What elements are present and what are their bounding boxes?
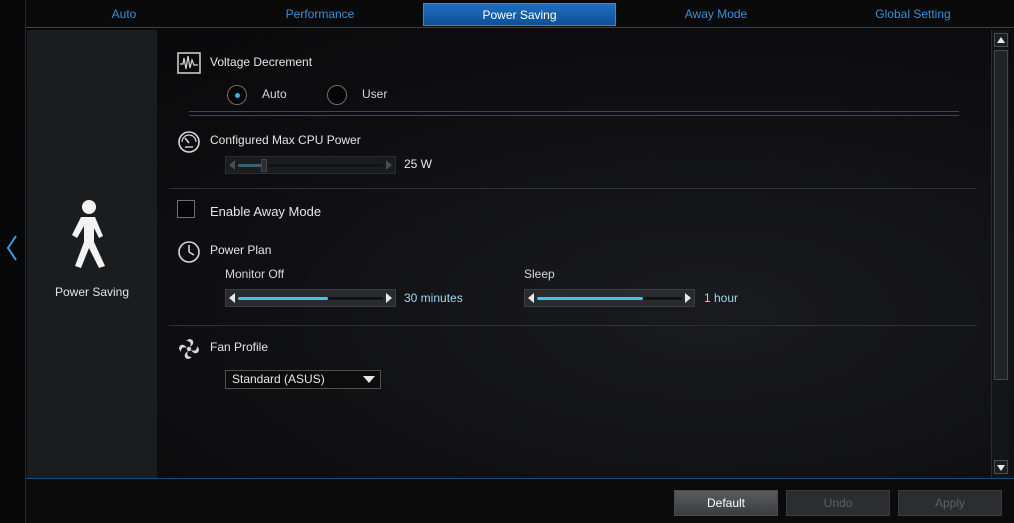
fan-icon — [179, 339, 199, 359]
slider-fill — [238, 297, 328, 300]
walking-person-icon — [72, 200, 105, 268]
tab-global-setting[interactable]: Global Setting — [814, 3, 1012, 26]
slider-thumb[interactable] — [261, 159, 268, 172]
slider-right-arrow-icon[interactable] — [386, 160, 392, 170]
apply-button[interactable]: Apply — [898, 490, 1002, 516]
slider-fill — [537, 297, 643, 300]
slider-left-arrow-icon[interactable] — [229, 160, 235, 170]
app-window: Auto Performance Power Saving Away Mode … — [0, 0, 1014, 523]
fan-profile-title: Fan Profile — [210, 340, 269, 354]
scroll-thumb[interactable] — [994, 50, 1008, 380]
default-button[interactable]: Default — [674, 490, 778, 516]
slider-left-arrow-icon[interactable] — [229, 293, 235, 303]
cpu-power-title: Configured Max CPU Power — [210, 133, 361, 147]
slider-track — [537, 297, 682, 300]
enable-away-mode-label: Enable Away Mode — [210, 204, 322, 219]
tab-bar: Auto Performance Power Saving Away Mode … — [26, 0, 1014, 28]
scroll-up-button[interactable] — [994, 33, 1008, 47]
slider-track — [238, 297, 383, 300]
voltage-user-label: User — [362, 87, 388, 101]
fan-profile-selected: Standard (ASUS) — [232, 372, 325, 386]
vertical-scrollbar[interactable] — [991, 30, 1009, 478]
scroll-down-button[interactable] — [994, 460, 1008, 474]
left-strip — [0, 0, 26, 523]
settings-content: Voltage Decrement Auto User Configured M… — [157, 30, 989, 478]
tab-auto[interactable]: Auto — [26, 3, 222, 26]
waveform-icon — [177, 52, 201, 74]
sleep-slider[interactable] — [524, 289, 695, 307]
voltage-auto-label: Auto — [262, 87, 287, 101]
tab-away-mode[interactable]: Away Mode — [618, 3, 814, 26]
tab-power-saving[interactable]: Power Saving — [423, 3, 616, 26]
arrow-up-icon — [997, 37, 1005, 43]
slider-right-arrow-icon[interactable] — [685, 293, 691, 303]
slider-right-arrow-icon[interactable] — [386, 293, 392, 303]
cpu-power-value: 25 W — [404, 157, 433, 171]
mode-label: Power Saving — [54, 285, 130, 299]
gauge-icon — [178, 131, 200, 153]
power-plan-title: Power Plan — [210, 243, 272, 257]
mode-panel: Power Saving — [27, 30, 157, 478]
section-divider — [169, 325, 977, 326]
slider-left-arrow-icon[interactable] — [528, 293, 534, 303]
chevron-left-icon[interactable] — [5, 234, 19, 262]
section-divider — [169, 188, 977, 189]
voltage-auto-radio[interactable] — [227, 85, 247, 105]
monitor-off-label: Monitor Off — [225, 267, 285, 281]
voltage-user-radio[interactable] — [327, 85, 347, 105]
enable-away-mode-checkbox[interactable] — [177, 200, 195, 218]
monitor-off-value: 30 minutes — [404, 291, 463, 305]
section-divider — [189, 111, 959, 112]
slider-track — [238, 159, 383, 172]
undo-button[interactable]: Undo — [786, 490, 890, 516]
section-divider — [189, 115, 959, 116]
voltage-decrement-title: Voltage Decrement — [210, 55, 313, 69]
sleep-label: Sleep — [524, 267, 555, 281]
monitor-off-slider[interactable] — [225, 289, 396, 307]
cpu-power-slider[interactable] — [225, 156, 396, 174]
fan-profile-select[interactable]: Standard (ASUS) — [225, 370, 381, 389]
clock-icon — [178, 241, 200, 263]
arrow-down-icon — [997, 465, 1005, 471]
sleep-value: 1 hour — [704, 291, 739, 305]
tab-performance[interactable]: Performance — [222, 3, 418, 26]
chevron-down-icon — [363, 376, 375, 383]
bottom-bar: Default Undo Apply — [26, 478, 1014, 523]
